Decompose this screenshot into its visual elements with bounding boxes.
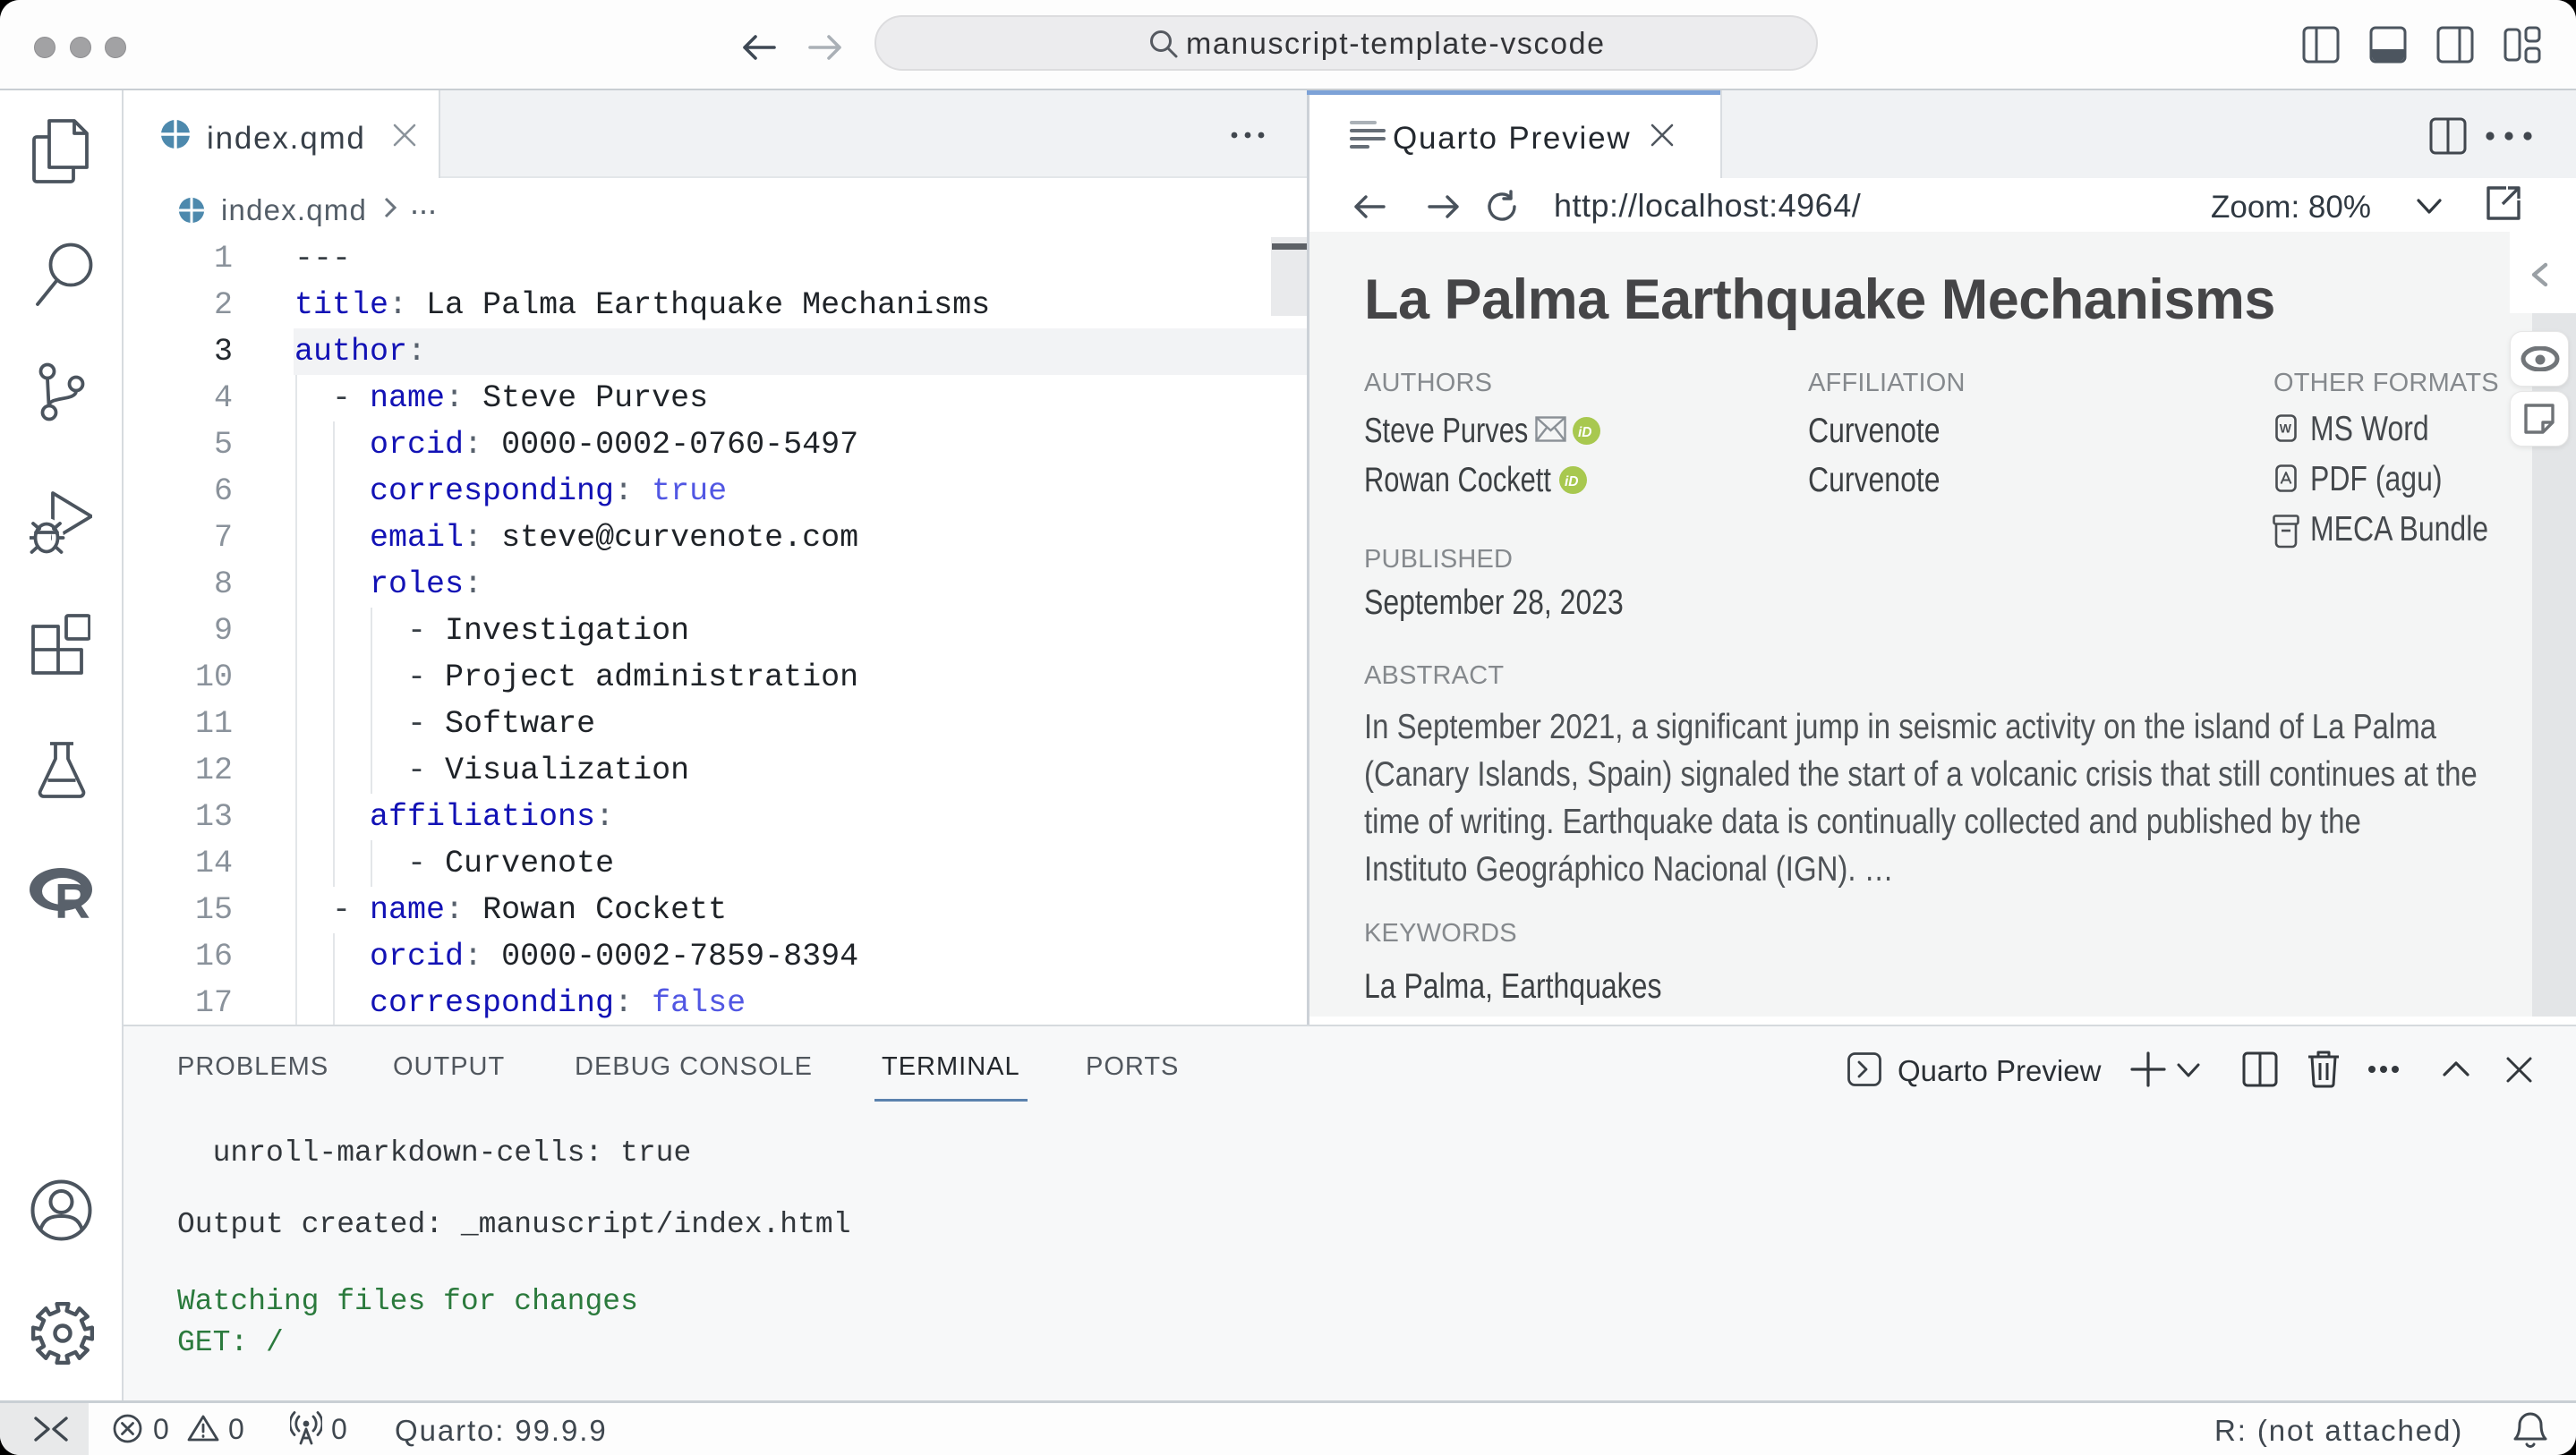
svg-text:W: W — [2280, 421, 2292, 436]
svg-text:R: R — [55, 873, 90, 922]
svg-text:iD: iD — [1565, 474, 1579, 489]
svg-text:iD: iD — [1578, 425, 1592, 440]
